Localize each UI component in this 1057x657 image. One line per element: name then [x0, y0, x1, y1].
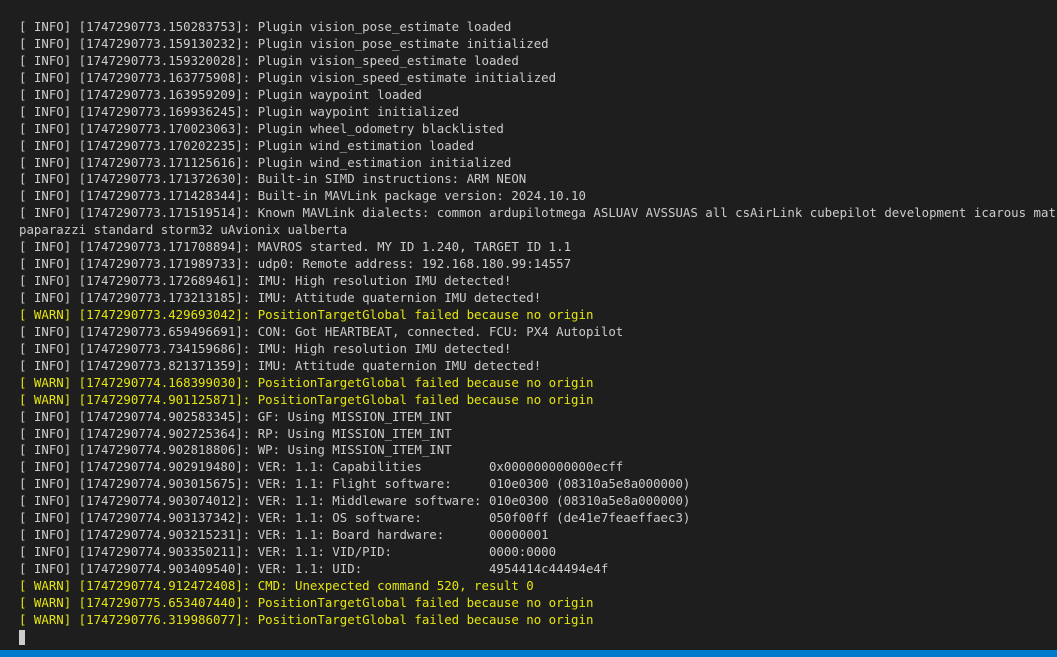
log-line-info: [ INFO] [1747290774.903137342]: VER: 1.1…	[19, 510, 691, 526]
log-line-info: [ INFO] [1747290773.163775908]: Plugin v…	[19, 69, 557, 85]
log-line-info: [ INFO] [1747290774.902919480]: VER: 1.1…	[19, 459, 624, 475]
log-line-warn: [ WARN] [1747290774.168399030]: Position…	[19, 374, 594, 390]
log-line-info: paparazzi standard storm32 uAvionix ualb…	[19, 222, 348, 238]
log-line-info: [ INFO] [1747290774.903215231]: VER: 1.1…	[19, 527, 549, 543]
log-line-info: [ INFO] [1747290773.171989733]: udp0: Re…	[19, 256, 572, 272]
log-line-info: [ INFO] [1747290773.159130232]: Plugin v…	[19, 35, 549, 51]
log-line-warn: [ WARN] [1747290774.901125871]: Position…	[19, 391, 594, 407]
prompt-line[interactable]	[19, 629, 1051, 646]
cursor	[19, 629, 25, 645]
log-line-info: [ INFO] [1747290773.171519514]: Known MA…	[19, 205, 1057, 221]
log-line-info: [ INFO] [1747290773.169936245]: Plugin w…	[19, 103, 460, 119]
log-line-info: [ INFO] [1747290773.171372630]: Built-in…	[19, 171, 527, 187]
log-line-info: [ INFO] [1747290774.903409540]: VER: 1.1…	[19, 561, 609, 576]
log-line-info: [ INFO] [1747290774.902725364]: RP: Usin…	[19, 425, 452, 441]
log-line-info: [ INFO] [1747290773.171428344]: Built-in…	[19, 188, 586, 204]
log-line-info: [ INFO] [1747290774.903015675]: VER: 1.1…	[19, 476, 691, 492]
log-line-info: [ INFO] [1747290773.172689461]: IMU: Hig…	[19, 273, 512, 289]
log-line-warn: [ WARN] [1747290776.319986077]: Position…	[19, 611, 594, 627]
log-line-info: [ INFO] [1747290774.903074012]: VER: 1.1…	[19, 493, 691, 509]
status-bar	[0, 650, 1057, 657]
log-line-info: [ INFO] [1747290773.170202235]: Plugin w…	[19, 137, 475, 153]
log-line-info: [ INFO] [1747290774.902583345]: GF: Usin…	[19, 408, 452, 424]
terminal-output[interactable]: [ INFO] [1747290773.150283753]: Plugin v…	[19, 19, 1057, 646]
log-line-info: [ INFO] [1747290773.821371359]: IMU: Att…	[19, 357, 542, 373]
log-line-info: [ INFO] [1747290773.150283753]: Plugin v…	[19, 19, 512, 34]
log-line-info: [ INFO] [1747290773.171125616]: Plugin w…	[19, 154, 512, 170]
log-line-warn: [ WARN] [1747290773.429693042]: Position…	[19, 306, 594, 322]
log-line-info: [ INFO] [1747290773.171708894]: MAVROS s…	[19, 239, 572, 255]
log-line-info: [ INFO] [1747290773.659496691]: CON: Got…	[19, 323, 624, 339]
log-line-info: [ INFO] [1747290773.163959209]: Plugin w…	[19, 86, 422, 102]
log-line-info: [ INFO] [1747290774.902818806]: WP: Usin…	[19, 442, 452, 458]
log-line-info: [ INFO] [1747290773.159320028]: Plugin v…	[19, 52, 519, 68]
log-line-info: [ INFO] [1747290773.173213185]: IMU: Att…	[19, 290, 542, 305]
log-line-info: [ INFO] [1747290774.903350211]: VER: 1.1…	[19, 544, 557, 560]
log-line-info: [ INFO] [1747290773.734159686]: IMU: Hig…	[19, 340, 512, 356]
terminal-panel[interactable]: [ INFO] [1747290773.150283753]: Plugin v…	[0, 0, 1057, 657]
log-line-warn: [ WARN] [1747290774.912472408]: CMD: Une…	[19, 577, 534, 593]
log-line-info: [ INFO] [1747290773.170023063]: Plugin w…	[19, 120, 504, 136]
log-line-warn: [ WARN] [1747290775.653407440]: Position…	[19, 594, 594, 610]
